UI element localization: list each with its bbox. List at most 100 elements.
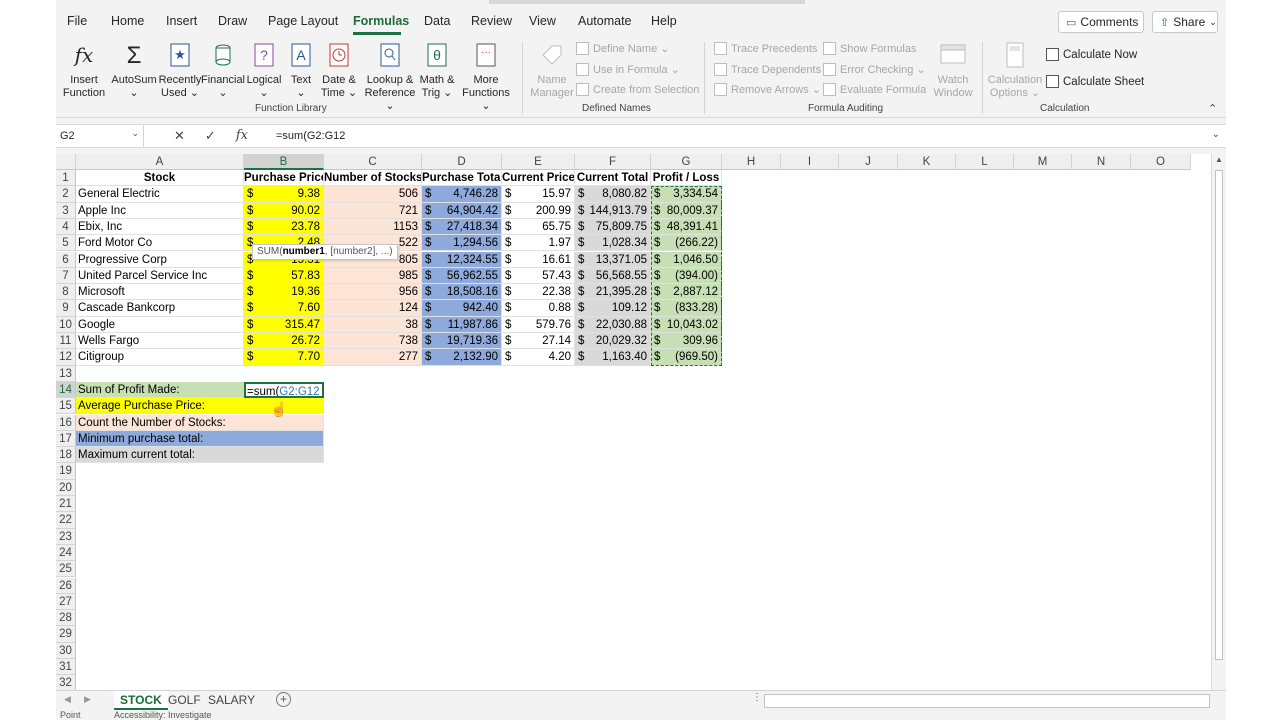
scroll-up-icon[interactable]: ▲ — [1215, 155, 1223, 164]
row-header-30[interactable]: 30 — [56, 642, 76, 659]
summary-label-cell[interactable]: Maximum current total: — [76, 447, 324, 464]
tab-draw[interactable]: Draw — [218, 14, 247, 28]
row-header-9[interactable]: 9 — [56, 300, 76, 317]
evaluate-formula-button[interactable]: Evaluate Formula — [823, 83, 926, 96]
currency-cell[interactable]: $1.97 — [502, 235, 575, 252]
expand-formula-bar-icon[interactable]: ⌄ — [1212, 129, 1220, 140]
row-header-8[interactable]: 8 — [56, 284, 76, 301]
number-of-stocks-cell[interactable]: 38 — [324, 316, 422, 333]
number-of-stocks-cell[interactable]: 956 — [324, 284, 422, 301]
tab-insert[interactable]: Insert — [166, 14, 197, 28]
stock-name-cell[interactable]: United Parcel Service Inc — [76, 267, 244, 285]
summary-label-cell[interactable]: Minimum purchase total: — [76, 430, 324, 448]
column-title-cell[interactable]: Current Total — [575, 170, 651, 187]
trace-precedents-button[interactable]: Trace Precedents — [714, 42, 817, 55]
tab-view[interactable]: View — [529, 14, 556, 28]
currency-cell[interactable]: $22,030.88 — [575, 316, 651, 333]
row-header-29[interactable]: 29 — [56, 626, 76, 643]
currency-cell[interactable]: $27,418.34 — [422, 218, 502, 236]
currency-cell[interactable]: $18,508.16 — [422, 284, 502, 301]
currency-cell[interactable]: $109.12 — [575, 300, 651, 317]
column-header-n[interactable]: N — [1072, 154, 1131, 170]
column-header-f[interactable]: F — [575, 154, 651, 170]
column-header-h[interactable]: H — [722, 154, 781, 170]
number-of-stocks-cell[interactable]: 1153 — [324, 218, 422, 236]
currency-cell[interactable]: $315.47 — [244, 316, 324, 333]
stock-name-cell[interactable]: Cascade Bankcorp — [76, 300, 244, 317]
row-header-27[interactable]: 27 — [56, 593, 76, 611]
currency-cell[interactable]: $3,334.54 — [651, 186, 722, 203]
tab-review[interactable]: Review — [471, 14, 512, 28]
row-header-6[interactable]: 6 — [56, 251, 76, 268]
row-header-11[interactable]: 11 — [56, 333, 76, 350]
sheet-next-icon[interactable]: ▶ — [84, 694, 91, 705]
stock-name-cell[interactable]: Citigroup — [76, 349, 244, 366]
currency-cell[interactable]: $0.88 — [502, 300, 575, 317]
column-header-i[interactable]: I — [781, 154, 839, 170]
tab-page-layout[interactable]: Page Layout — [268, 14, 338, 28]
number-of-stocks-cell[interactable]: 277 — [324, 349, 422, 366]
accessibility-status[interactable]: Accessibility: Investigate — [114, 710, 212, 720]
more-options-icon[interactable]: ⋮ — [752, 692, 762, 703]
tab-data[interactable]: Data — [424, 14, 450, 28]
row-header-25[interactable]: 25 — [56, 561, 76, 578]
column-header-c[interactable]: C — [324, 154, 422, 170]
currency-cell[interactable]: $19.36 — [244, 284, 324, 301]
currency-cell[interactable]: $ (969.50) — [651, 349, 722, 366]
vertical-scroll-thumb[interactable] — [1215, 170, 1223, 660]
currency-cell[interactable]: $48,391.41 — [651, 218, 722, 236]
calculate-now-button[interactable]: Calculate Now — [1046, 48, 1137, 61]
currency-cell[interactable]: $56,962.55 — [422, 267, 502, 285]
row-header-23[interactable]: 23 — [56, 528, 76, 545]
date-time-button[interactable]: Date & Time ⌄ — [319, 40, 359, 100]
currency-cell[interactable]: $ (394.00) — [651, 267, 722, 285]
text-button[interactable]: A Text ⌄ — [286, 40, 316, 100]
column-header-a[interactable]: A — [76, 154, 244, 170]
row-header-3[interactable]: 3 — [56, 202, 76, 219]
stock-name-cell[interactable]: Ebix, Inc — [76, 218, 244, 236]
stock-name-cell[interactable]: Ford Motor Co — [76, 235, 244, 252]
number-of-stocks-cell[interactable]: 985 — [324, 267, 422, 285]
column-header-d[interactable]: D — [422, 154, 502, 170]
column-header-m[interactable]: M — [1014, 154, 1072, 170]
currency-cell[interactable]: $13,371.05 — [575, 251, 651, 268]
error-checking-button[interactable]: Error Checking ⌄ — [823, 63, 926, 76]
currency-cell[interactable]: $90.02 — [244, 202, 324, 219]
financial-button[interactable]: Financial ⌄ — [201, 40, 245, 100]
chevron-down-icon[interactable]: ⌄ — [131, 128, 139, 139]
tab-help[interactable]: Help — [651, 14, 677, 28]
create-from-selection-button[interactable]: Create from Selection — [576, 83, 699, 96]
column-header-k[interactable]: K — [898, 154, 956, 170]
name-box[interactable]: G2 ⌄ — [56, 125, 144, 147]
sheet-tab-stock[interactable]: STOCK — [114, 691, 168, 710]
row-header-17[interactable]: 17 — [56, 430, 76, 448]
watch-window-button[interactable]: Watch Window — [928, 40, 978, 100]
currency-cell[interactable]: $579.76 — [502, 316, 575, 333]
currency-cell[interactable]: $80,009.37 — [651, 202, 722, 219]
stock-name-cell[interactable]: Progressive Corp — [76, 251, 244, 268]
currency-cell[interactable]: $10,043.02 — [651, 316, 722, 333]
insert-function-icon[interactable]: fx — [236, 128, 248, 144]
column-title-cell[interactable]: Profit / Loss — [651, 170, 722, 187]
row-header-26[interactable]: 26 — [56, 577, 76, 594]
remove-arrows-button[interactable]: Remove Arrows ⌄ — [714, 83, 821, 96]
name-manager-button[interactable]: Name Manager — [530, 40, 574, 100]
row-header-2[interactable]: 2 — [56, 186, 76, 203]
currency-cell[interactable]: $ (266.22) — [651, 235, 722, 252]
column-header-j[interactable]: J — [839, 154, 898, 170]
currency-cell[interactable]: $19,719.36 — [422, 333, 502, 350]
column-title-cell[interactable]: Number of Stocks — [324, 170, 422, 187]
row-header-10[interactable]: 10 — [56, 316, 76, 333]
tooltip-function[interactable]: SUM( — [257, 246, 283, 257]
currency-cell[interactable]: $20,029.32 — [575, 333, 651, 350]
row-header-14[interactable]: 14 — [56, 381, 76, 399]
currency-cell[interactable]: $15.97 — [502, 186, 575, 203]
row-header-7[interactable]: 7 — [56, 267, 76, 285]
row-header-20[interactable]: 20 — [56, 479, 76, 496]
row-header-15[interactable]: 15 — [56, 398, 76, 415]
currency-cell[interactable]: $11,987.86 — [422, 316, 502, 333]
share-button[interactable]: ⇧ Share ⌄ — [1152, 11, 1218, 33]
show-formulas-button[interactable]: Show Formulas — [823, 42, 916, 55]
currency-cell[interactable]: $1,294.56 — [422, 235, 502, 252]
stock-name-cell[interactable]: Google — [76, 316, 244, 333]
